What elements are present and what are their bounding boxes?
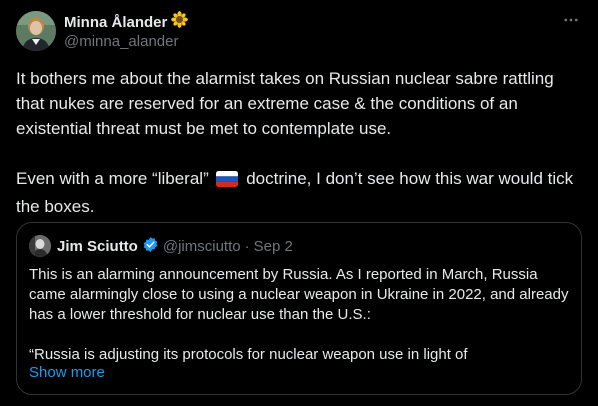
quoted-author-avatar[interactable] (29, 235, 51, 257)
quoted-author-name[interactable]: Jim Sciutto (57, 238, 138, 255)
quoted-tweet-card[interactable]: Jim Sciutto @jimsciutto · Sep 2 This is … (16, 222, 582, 395)
tweet-text-segment: Even with a more “liberal” (16, 169, 214, 188)
tweet-paragraph: Even with a more “liberal” doctrine, I d… (16, 166, 586, 219)
author-display-name[interactable]: Minna Ålander (64, 14, 167, 31)
author-handle[interactable]: @minna_alander (64, 33, 178, 50)
more-options-button[interactable] (556, 10, 586, 34)
author-name-row: Minna Ålander (64, 11, 189, 33)
separator-dot: · (244, 237, 250, 255)
tweet-paragraph: It bothers me about the alarmist takes o… (16, 69, 554, 138)
quoted-tweet-paragraph: This is an alarming announcement by Russ… (29, 266, 569, 323)
sunflower-icon (171, 11, 189, 33)
quoted-tweet-header: Jim Sciutto @jimsciutto · Sep 2 (29, 235, 293, 257)
show-more-link[interactable]: Show more (29, 363, 105, 383)
tweet-text: It bothers me about the alarmist takes o… (16, 66, 586, 219)
author-avatar[interactable] (16, 11, 56, 51)
tweet: Minna Ålander @minna_alander It bothers … (0, 0, 598, 406)
quoted-author-handle[interactable]: @jimsciutto (163, 238, 241, 255)
quoted-tweet-text: This is an alarming announcement by Russ… (29, 265, 571, 365)
quoted-tweet-date[interactable]: Sep 2 (254, 238, 293, 255)
verified-badge-icon (142, 236, 159, 257)
more-horizontal-icon (562, 11, 580, 34)
quoted-tweet-paragraph: “Russia is adjusting its protocols for n… (29, 346, 468, 363)
russia-flag-icon (216, 169, 239, 194)
